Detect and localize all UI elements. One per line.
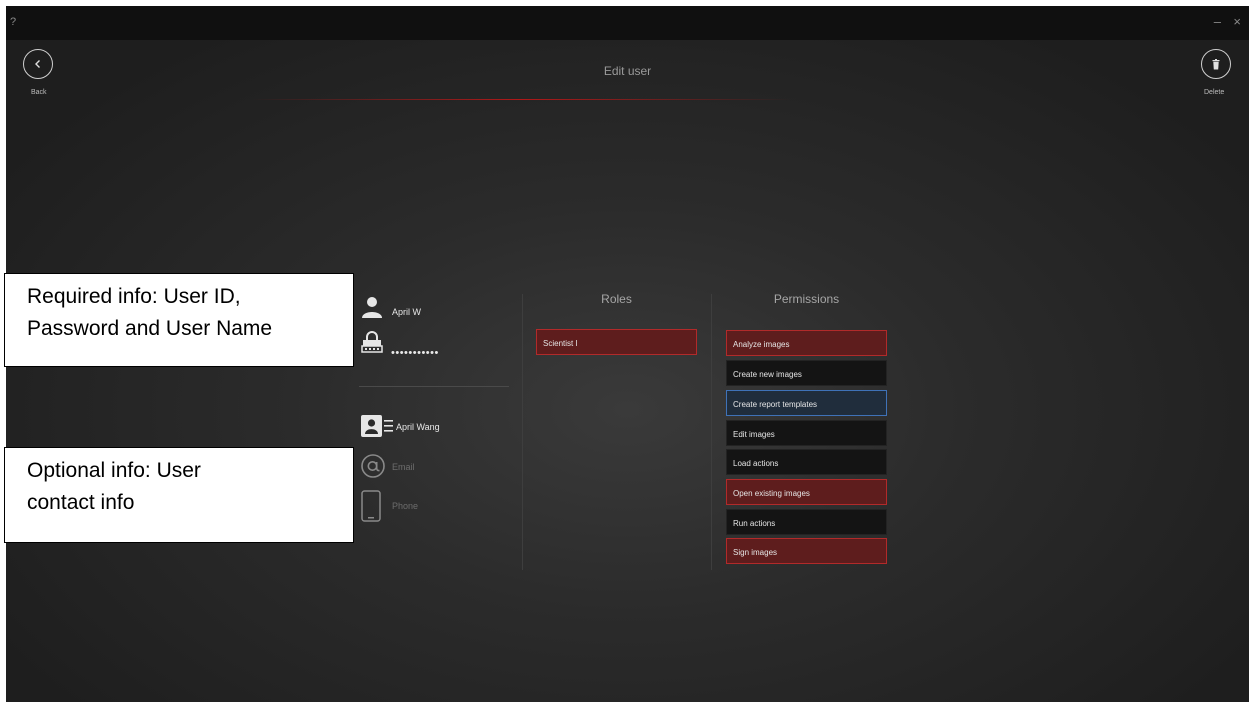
close-button[interactable]: × bbox=[1233, 14, 1241, 29]
optional-callout-line-1: Optional info: User bbox=[27, 459, 201, 482]
permissions-divider bbox=[711, 294, 712, 570]
required-callout-line-2: Password and User Name bbox=[27, 317, 273, 340]
phone-field[interactable]: Phone bbox=[392, 501, 418, 511]
permission-run-actions[interactable]: Run actions bbox=[726, 509, 887, 535]
permission-edit-images[interactable]: Edit images bbox=[726, 420, 887, 446]
title-underline bbox=[251, 99, 791, 100]
optional-info-callout: Optional info: User contact info bbox=[4, 447, 354, 543]
password-field[interactable]: ••••••••••• bbox=[391, 347, 439, 359]
title-bar: ? – × bbox=[6, 6, 1249, 40]
permission-open-existing-images[interactable]: Open existing images bbox=[726, 479, 887, 505]
at-sign-icon bbox=[361, 454, 385, 478]
required-callout-line-1: Required info: User ID, bbox=[27, 285, 241, 308]
required-info-callout: Required info: User ID, Password and Use… bbox=[4, 273, 354, 367]
role-item-scientist-i[interactable]: Scientist I bbox=[536, 329, 697, 355]
roles-divider bbox=[522, 294, 523, 570]
email-field[interactable]: Email bbox=[392, 462, 415, 472]
person-icon bbox=[362, 297, 382, 318]
page-title: Edit user bbox=[603, 64, 652, 78]
permission-analyze-images[interactable]: Analyze images bbox=[726, 330, 887, 356]
user-id-field[interactable]: April W bbox=[392, 307, 421, 317]
permission-create-new-images[interactable]: Create new images bbox=[726, 360, 887, 386]
lock-keypad-icon bbox=[361, 331, 383, 353]
id-card-icon bbox=[361, 415, 393, 437]
help-button[interactable]: ? bbox=[10, 16, 16, 28]
fields-divider bbox=[359, 386, 509, 387]
delete-label: Delete bbox=[1204, 89, 1225, 96]
permission-sign-images[interactable]: Sign images bbox=[726, 538, 887, 564]
permission-load-actions[interactable]: Load actions bbox=[726, 449, 887, 475]
optional-callout-line-2: contact info bbox=[27, 491, 135, 514]
user-name-field[interactable]: April Wang bbox=[396, 422, 440, 432]
minimize-button[interactable]: – bbox=[1214, 14, 1221, 29]
permission-create-report-templates[interactable]: Create report templates bbox=[726, 390, 887, 416]
phone-icon bbox=[361, 490, 381, 522]
back-label: Back bbox=[31, 89, 47, 96]
roles-heading: Roles bbox=[601, 292, 632, 306]
permissions-heading: Permissions bbox=[773, 292, 840, 306]
